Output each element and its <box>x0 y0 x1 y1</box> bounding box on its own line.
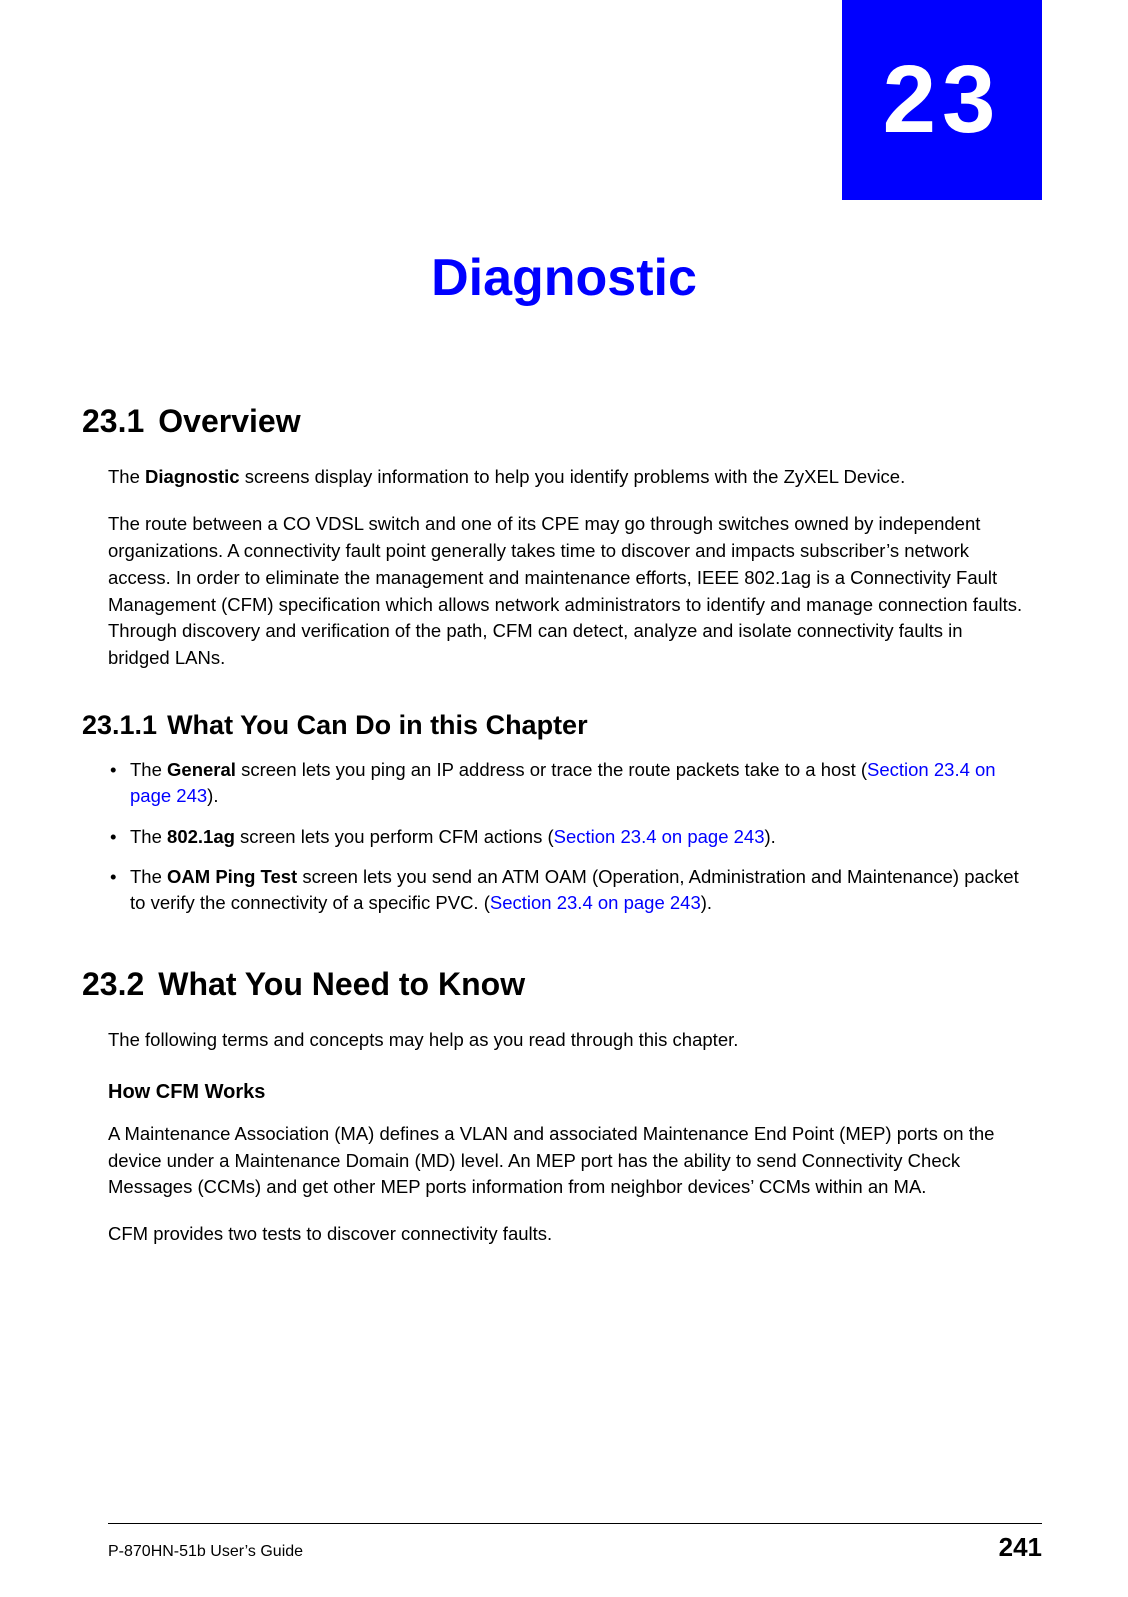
page: 23 Diagnostic 23.1Overview The Diagnosti… <box>0 0 1128 1597</box>
cross-ref-link[interactable]: Section 23.4 on page 243 <box>554 826 765 847</box>
content-area: 23.1Overview The Diagnostic screens disp… <box>108 380 1028 1268</box>
paragraph: The following terms and concepts may hel… <box>108 1027 1028 1054</box>
bullet-list: The General screen lets you ping an IP a… <box>108 757 1028 916</box>
section-23-1-1-heading: 23.1.1 What You Can Do in this Chapter <box>82 706 1028 745</box>
paragraph: A Maintenance Association (MA) defines a… <box>108 1121 1028 1201</box>
page-number: 241 <box>999 1532 1042 1563</box>
list-item: The OAM Ping Test screen lets you send a… <box>108 864 1028 917</box>
paragraph: The route between a CO VDSL switch and o… <box>108 511 1028 672</box>
paragraph: The Diagnostic screens display informati… <box>108 464 1028 491</box>
section-23-2-heading: 23.2 What You Need to Know <box>82 961 1028 1007</box>
footer-guide-name: P-870HN-51b User’s Guide <box>108 1543 303 1561</box>
chapter-number: 23 <box>883 45 1002 155</box>
list-item: The 802.1ag screen lets you perform CFM … <box>108 824 1028 850</box>
paragraph: CFM provides two tests to discover conne… <box>108 1221 1028 1248</box>
heading-text: Overview <box>158 403 300 439</box>
heading-number: 23.2 <box>82 966 144 1002</box>
heading-text: What You Can Do in this Chapter <box>167 710 588 740</box>
subsection-heading: How CFM Works <box>108 1078 1028 1107</box>
heading-number: 23.1 <box>82 403 144 439</box>
page-footer: P-870HN-51b User’s Guide 241 <box>108 1523 1042 1563</box>
chapter-title: Diagnostic <box>0 248 1128 308</box>
chapter-number-tab: 23 <box>842 0 1042 200</box>
section-23-1-heading: 23.1 Overview <box>82 398 1028 444</box>
cross-ref-link[interactable]: Section 23.4 on page 243 <box>490 892 701 913</box>
list-item: The General screen lets you ping an IP a… <box>108 757 1028 810</box>
heading-text: What You Need to Know <box>158 966 525 1002</box>
heading-number: 23.1.1 <box>82 710 157 740</box>
